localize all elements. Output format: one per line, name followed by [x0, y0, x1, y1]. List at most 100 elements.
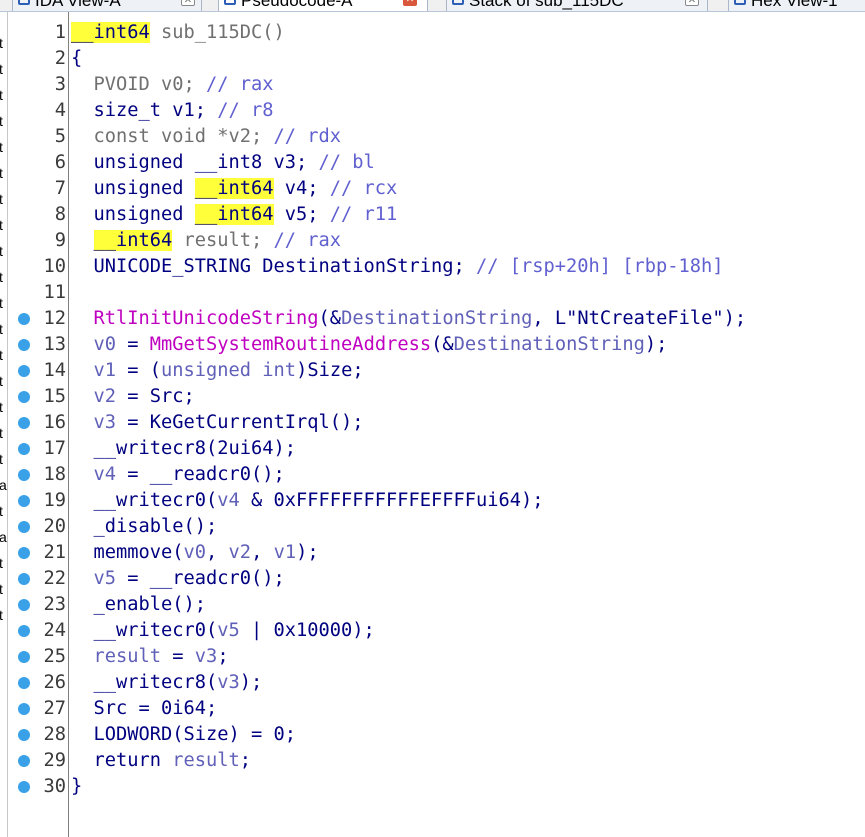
line-number: 13: [43, 334, 66, 355]
line-number: 21: [43, 542, 66, 563]
code-token: =: [161, 646, 195, 667]
code-text: }: [71, 774, 82, 800]
code-token: ;: [217, 646, 229, 667]
code-token: RtlInitUnicodeString: [93, 308, 319, 329]
code-line[interactable]: 11: [0, 280, 865, 306]
code-line[interactable]: 4 size_t v1; // r8: [0, 98, 865, 124]
breakpoint-dot-icon[interactable]: [18, 573, 30, 585]
code-text: v3 = KeGetCurrentIrql();: [71, 410, 364, 436]
code-token: = Src;: [116, 386, 195, 407]
line-number: 5: [54, 126, 66, 147]
breakpoint-dot-icon[interactable]: [18, 677, 30, 689]
code-line[interactable]: 17 __writecr8(2ui64);: [0, 436, 865, 462]
code-token: = __readcr0();: [116, 464, 285, 485]
breakpoint-dot-icon[interactable]: [18, 755, 30, 767]
line-number: 30: [43, 776, 66, 797]
code-token: // rcx: [329, 178, 398, 199]
tab-stack-view[interactable]: Stack of sub_115DC ✕: [446, 0, 708, 11]
line-number: 15: [43, 386, 66, 407]
code-token: Src = 0i64;: [71, 698, 218, 719]
code-line[interactable]: 8 unsigned __int64 v5; // r11: [0, 202, 865, 228]
close-tab-icon[interactable]: ✕: [403, 0, 417, 6]
tab-ida-view[interactable]: IDA View-A ✕: [12, 0, 202, 11]
breakpoint-dot-icon[interactable]: [18, 443, 30, 455]
line-number: 24: [43, 620, 66, 641]
breakpoint-dot-icon[interactable]: [18, 547, 30, 559]
code-token: v5;: [273, 204, 330, 225]
code-line[interactable]: 16 v3 = KeGetCurrentIrql();: [0, 410, 865, 436]
code-token: // bl: [318, 152, 375, 173]
close-tab-icon[interactable]: ✕: [685, 0, 699, 6]
code-token: result: [172, 750, 240, 771]
code-line[interactable]: 12 RtlInitUnicodeString(&DestinationStri…: [0, 306, 865, 332]
highlighted-token: __int64: [71, 22, 150, 43]
code-text: result = v3;: [71, 644, 229, 670]
breakpoint-dot-icon[interactable]: [18, 703, 30, 715]
line-number: 17: [43, 438, 66, 459]
code-line[interactable]: 14 v1 = (unsigned int)Size;: [0, 358, 865, 384]
code-line[interactable]: 5 const void *v2; // rdx: [0, 124, 865, 150]
breakpoint-dot-icon[interactable]: [18, 651, 30, 663]
code-line[interactable]: 7 unsigned __int64 v4; // rcx: [0, 176, 865, 202]
breakpoint-dot-icon[interactable]: [18, 729, 30, 741]
tab-label: Stack of sub_115DC: [469, 0, 624, 10]
code-line[interactable]: 25 result = v3;: [0, 644, 865, 670]
code-line[interactable]: 27 Src = 0i64;: [0, 696, 865, 722]
breakpoint-dot-icon[interactable]: [18, 339, 30, 351]
breakpoint-dot-icon[interactable]: [18, 599, 30, 611]
breakpoint-dot-icon[interactable]: [18, 521, 30, 533]
code-line[interactable]: 6 unsigned __int8 v3; // bl: [0, 150, 865, 176]
code-token: __writecr8(: [71, 672, 218, 693]
breakpoint-dot-icon[interactable]: [18, 469, 30, 481]
code-line[interactable]: 20 _disable();: [0, 514, 865, 540]
code-line[interactable]: 18 v4 = __readcr0();: [0, 462, 865, 488]
code-line[interactable]: 2{: [0, 46, 865, 72]
tab-bar: IDA View-A ✕ Pseudocode-A ✕ Stack of sub…: [0, 0, 865, 12]
code-token: }: [71, 776, 83, 797]
breakpoint-dot-icon[interactable]: [18, 625, 30, 637]
code-line[interactable]: 1 __int64 sub_115DC(): [0, 20, 865, 46]
code-token: v2: [228, 542, 252, 563]
line-number: 4: [54, 100, 66, 121]
code-text: __writecr8(2ui64);: [71, 436, 297, 462]
code-line[interactable]: 3 PVOID v0; // rax: [0, 72, 865, 98]
code-line[interactable]: 19 __writecr0(v4 & 0xFFFFFFFFFFFEFFFFui6…: [0, 488, 865, 514]
code-line[interactable]: 30}: [0, 774, 865, 800]
line-number: 16: [43, 412, 66, 433]
code-line[interactable]: 24 __writecr0(v5 | 0x10000);: [0, 618, 865, 644]
code-line[interactable]: 10 UNICODE_STRING DestinationString; // …: [0, 254, 865, 280]
breakpoint-dot-icon[interactable]: [18, 313, 30, 325]
tab-pseudocode[interactable]: Pseudocode-A ✕: [218, 0, 428, 11]
code-line[interactable]: 28 LODWORD(Size) = 0;: [0, 722, 865, 748]
code-line[interactable]: 29 return result;: [0, 748, 865, 774]
code-token: v3: [93, 412, 117, 433]
code-text: v5 = __readcr0();: [71, 566, 285, 592]
code-token: _enable();: [71, 594, 207, 615]
code-line[interactable]: 22 v5 = __readcr0();: [0, 566, 865, 592]
code-token: v5: [93, 568, 117, 589]
breakpoint-dot-icon[interactable]: [18, 495, 30, 507]
code-line[interactable]: 9 __int64 result; // rax: [0, 228, 865, 254]
code-line[interactable]: 15 v2 = Src;: [0, 384, 865, 410]
code-token: unsigned __int8 v3;: [71, 152, 319, 173]
line-number: 26: [43, 672, 66, 693]
code-text: {: [71, 46, 82, 72]
close-tab-icon[interactable]: ✕: [181, 0, 195, 6]
line-number: 9: [54, 230, 66, 251]
breakpoint-dot-icon[interactable]: [18, 781, 30, 793]
tab-hex-view[interactable]: Hex View-1: [728, 0, 865, 11]
code-text: unsigned __int64 v5; // r11: [71, 202, 397, 228]
code-token: v5: [217, 620, 240, 641]
code-token: & 0xFFFFFFFFFFFEFFFFui64);: [239, 490, 544, 511]
line-number: 22: [43, 568, 66, 589]
breakpoint-dot-icon[interactable]: [18, 391, 30, 403]
code-token: unsigned int: [161, 360, 297, 381]
code-text: v2 = Src;: [71, 384, 195, 410]
code-line[interactable]: 23 _enable();: [0, 592, 865, 618]
code-line[interactable]: 21 memmove(v0, v2, v1);: [0, 540, 865, 566]
code-line[interactable]: 13 v0 = MmGetSystemRoutineAddress(&Desti…: [0, 332, 865, 358]
code-token: DestinationString: [341, 308, 533, 329]
breakpoint-dot-icon[interactable]: [18, 417, 30, 429]
breakpoint-dot-icon[interactable]: [18, 365, 30, 377]
code-line[interactable]: 26 __writecr8(v3);: [0, 670, 865, 696]
